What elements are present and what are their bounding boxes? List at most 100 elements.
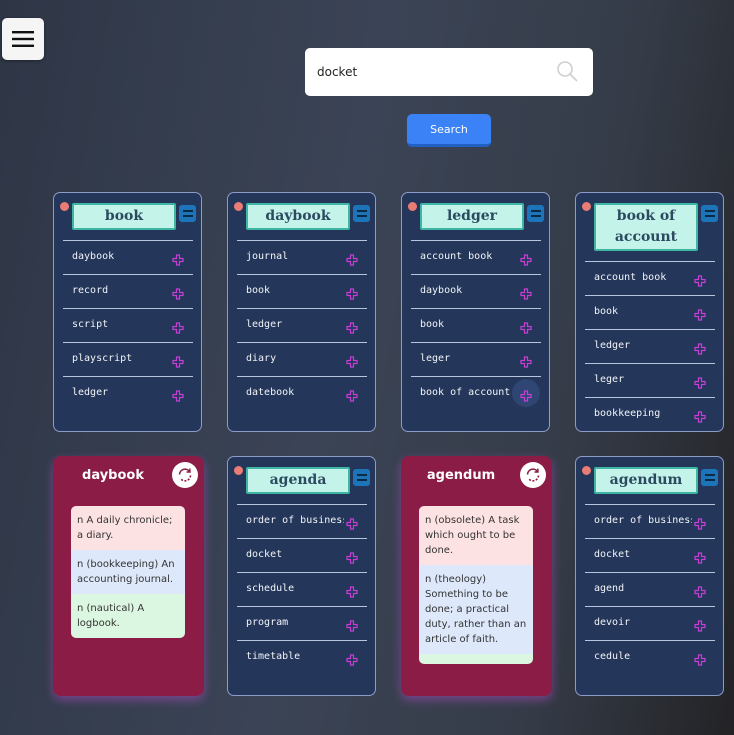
card-title[interactable]: agenda (246, 467, 350, 494)
add-plus-icon[interactable] (694, 374, 706, 389)
add-plus-icon[interactable] (520, 251, 532, 266)
synonym-item[interactable]: diary (237, 342, 367, 376)
synonym-label[interactable]: daybook (72, 251, 170, 262)
add-plus-icon[interactable] (172, 387, 184, 402)
add-plus-icon[interactable] (346, 651, 358, 666)
synonym-label[interactable]: timetable (246, 651, 344, 662)
synonym-label[interactable]: datebook (246, 387, 344, 398)
synonym-label[interactable]: script (72, 319, 170, 330)
synonym-label[interactable]: book (246, 285, 344, 296)
search-button[interactable]: Search (407, 114, 491, 147)
synonym-item[interactable]: daybook (411, 274, 541, 308)
synonym-item[interactable]: book (411, 308, 541, 342)
close-dot-icon[interactable] (234, 202, 243, 211)
synonym-item[interactable]: account book (585, 261, 715, 295)
add-plus-icon[interactable] (694, 617, 706, 632)
collapse-button[interactable] (701, 469, 718, 486)
synonym-label[interactable]: book (420, 319, 518, 330)
synonym-item[interactable]: book (237, 274, 367, 308)
synonym-item[interactable]: leger (585, 363, 715, 397)
synonym-item[interactable]: playscript (63, 342, 193, 376)
synonym-item[interactable]: script (63, 308, 193, 342)
add-plus-icon[interactable] (346, 515, 358, 530)
close-dot-icon[interactable] (60, 202, 69, 211)
card-title[interactable]: agendum (594, 467, 698, 494)
synonym-label[interactable]: order of business (594, 515, 692, 526)
synonym-item[interactable]: book (585, 295, 715, 329)
card-title[interactable]: book (72, 203, 176, 230)
add-plus-icon[interactable] (346, 319, 358, 334)
synonym-item[interactable]: leger (411, 342, 541, 376)
synonym-label[interactable]: book (594, 306, 692, 317)
add-plus-icon[interactable] (346, 583, 358, 598)
synonym-label[interactable]: agend (594, 583, 692, 594)
synonym-item[interactable]: ledger (63, 376, 193, 410)
close-dot-icon[interactable] (582, 202, 591, 211)
synonym-item[interactable]: program (237, 606, 367, 640)
add-plus-icon[interactable] (520, 285, 532, 300)
add-plus-icon[interactable] (172, 251, 184, 266)
synonym-item[interactable]: journal (237, 240, 367, 274)
close-dot-icon[interactable] (582, 466, 591, 475)
synonym-label[interactable]: program (246, 617, 344, 628)
synonym-label[interactable]: record (72, 285, 170, 296)
add-plus-icon[interactable] (694, 340, 706, 355)
add-plus-icon[interactable] (694, 651, 706, 666)
collapse-button[interactable] (353, 205, 370, 222)
synonym-item[interactable]: account book (411, 240, 541, 274)
card-title[interactable]: daybook (246, 203, 350, 230)
add-plus-icon[interactable] (694, 408, 706, 423)
flip-button[interactable] (172, 462, 198, 488)
add-plus-icon[interactable] (346, 285, 358, 300)
synonym-item[interactable]: order of business (237, 504, 367, 538)
add-plus-icon[interactable] (172, 285, 184, 300)
collapse-button[interactable] (179, 205, 196, 222)
add-plus-icon[interactable] (520, 319, 532, 334)
add-plus-icon[interactable] (694, 272, 706, 287)
add-plus-icon[interactable] (512, 379, 540, 407)
synonym-item[interactable]: cedule (585, 640, 715, 674)
flip-button[interactable] (520, 462, 546, 488)
add-plus-icon[interactable] (520, 353, 532, 368)
synonym-label[interactable]: ledger (594, 340, 692, 351)
add-plus-icon[interactable] (346, 617, 358, 632)
synonym-label[interactable]: devoir (594, 617, 692, 628)
add-plus-icon[interactable] (694, 306, 706, 321)
add-plus-icon[interactable] (346, 387, 358, 402)
synonym-label[interactable]: daybook (420, 285, 518, 296)
synonym-item[interactable]: book of account (411, 376, 541, 410)
card-title[interactable]: ledger (420, 203, 524, 230)
synonym-label[interactable]: playscript (72, 353, 170, 364)
synonym-label[interactable]: docket (246, 549, 344, 560)
synonym-label[interactable]: schedule (246, 583, 344, 594)
add-plus-icon[interactable] (346, 251, 358, 266)
add-plus-icon[interactable] (346, 549, 358, 564)
close-dot-icon[interactable] (234, 466, 243, 475)
search-icon[interactable] (555, 59, 579, 83)
add-plus-icon[interactable] (346, 353, 358, 368)
synonym-item[interactable]: record (63, 274, 193, 308)
synonym-item[interactable]: devoir (585, 606, 715, 640)
synonym-item[interactable]: docket (585, 538, 715, 572)
synonym-label[interactable]: diary (246, 353, 344, 364)
synonym-label[interactable]: bookkeeping (594, 408, 692, 419)
synonym-item[interactable]: timetable (237, 640, 367, 674)
add-plus-icon[interactable] (172, 319, 184, 334)
synonym-label[interactable]: account book (594, 272, 692, 283)
add-plus-icon[interactable] (694, 515, 706, 530)
synonym-label[interactable]: ledger (72, 387, 170, 398)
synonym-item[interactable]: daybook (63, 240, 193, 274)
synonym-item[interactable]: order of business (585, 504, 715, 538)
search-input[interactable] (317, 60, 547, 84)
close-dot-icon[interactable] (408, 202, 417, 211)
synonym-label[interactable]: cedule (594, 651, 692, 662)
synonym-label[interactable]: account book (420, 251, 518, 262)
card-title[interactable]: book of account (594, 203, 698, 251)
synonym-label[interactable]: book of account (420, 387, 518, 398)
synonym-label[interactable]: order of business (246, 515, 344, 526)
synonym-item[interactable]: bookkeeping (585, 397, 715, 431)
synonym-item[interactable]: ledger (237, 308, 367, 342)
synonym-label[interactable]: docket (594, 549, 692, 560)
synonym-item[interactable]: docket (237, 538, 367, 572)
synonym-item[interactable]: datebook (237, 376, 367, 410)
